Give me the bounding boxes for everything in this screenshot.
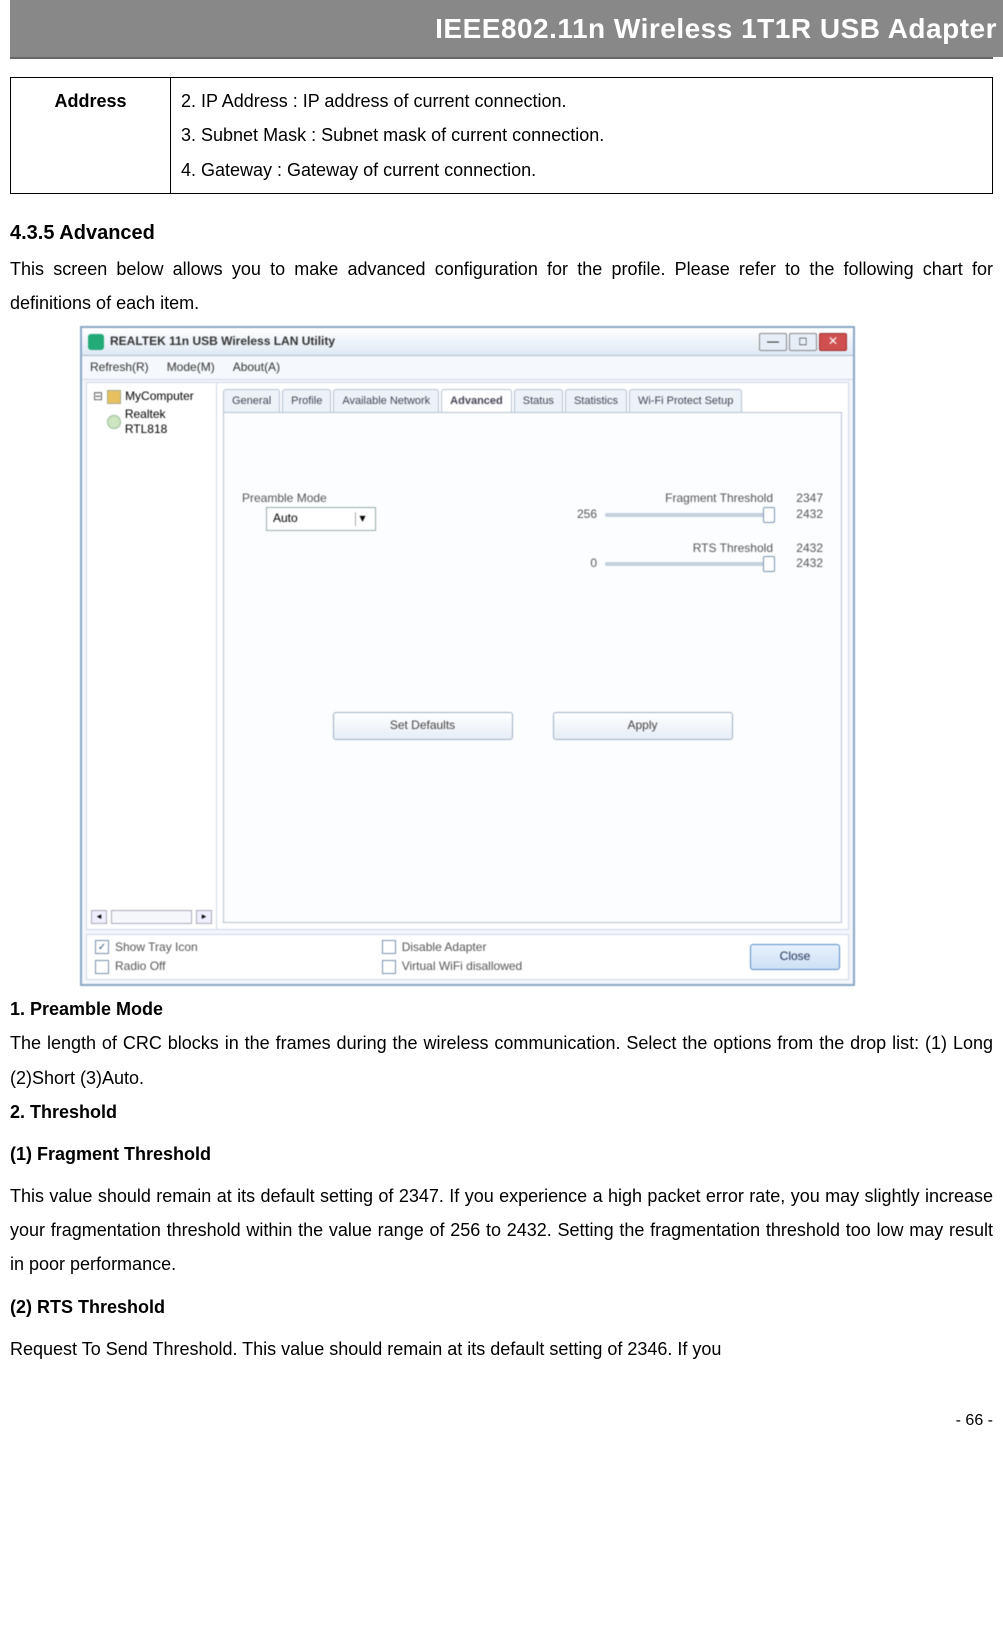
scroll-right-icon[interactable]: ▸ (196, 910, 212, 924)
paragraph-rts: Request To Send Threshold. This value sh… (10, 1332, 993, 1366)
window-title: REALTEK 11n USB Wireless LAN Utility (110, 334, 759, 350)
address-line-2: 2. IP Address : IP address of current co… (181, 84, 982, 118)
disable-adapter-checkbox[interactable]: Disable Adapter (382, 940, 523, 956)
tree-scrollbar[interactable]: ◂ ▸ (91, 909, 212, 925)
page-number: - 66 - (10, 1406, 993, 1436)
preamble-label: Preamble Mode (242, 491, 497, 507)
set-defaults-button[interactable]: Set Defaults (333, 712, 513, 740)
show-tray-checkbox[interactable]: ✓Show Tray Icon (95, 940, 198, 956)
tab-statistics[interactable]: Statistics (565, 389, 627, 412)
radio-off-checkbox[interactable]: Radio Off (95, 959, 198, 975)
tab-profile[interactable]: Profile (282, 389, 331, 412)
header-rule (10, 57, 993, 59)
show-tray-label: Show Tray Icon (115, 940, 198, 956)
device-tree[interactable]: ⊟MyComputer Realtek RTL818 ◂ ▸ (87, 383, 217, 929)
section-intro: This screen below allows you to make adv… (10, 252, 993, 320)
doc-header: IEEE802.11n Wireless 1T1R USB Adapter (10, 0, 1003, 57)
titlebar[interactable]: REALTEK 11n USB Wireless LAN Utility — □… (82, 328, 853, 356)
minimize-button[interactable]: — (759, 333, 787, 351)
computer-icon (107, 390, 121, 404)
heading-fragment: (1) Fragment Threshold (10, 1137, 993, 1171)
slider-thumb-icon[interactable] (763, 507, 775, 523)
tab-available-network[interactable]: Available Network (333, 389, 439, 412)
right-panel: General Profile Available Network Advanc… (217, 383, 848, 929)
rts-min: 0 (557, 556, 597, 572)
rts-max: 2432 (783, 556, 823, 572)
tab-status[interactable]: Status (514, 389, 563, 412)
close-button[interactable]: Close (750, 944, 840, 970)
tab-wps[interactable]: Wi-Fi Protect Setup (629, 389, 742, 412)
section-heading: 4.3.5 Advanced (10, 214, 993, 252)
address-line-4: 4. Gateway : Gateway of current connecti… (181, 153, 982, 187)
preamble-value: Auto (273, 511, 298, 527)
apply-button[interactable]: Apply (553, 712, 733, 740)
preamble-combo[interactable]: Auto ▾ (266, 507, 376, 531)
virtual-wifi-checkbox[interactable]: Virtual WiFi disallowed (382, 959, 523, 975)
tab-general[interactable]: General (223, 389, 280, 412)
fragment-label: Fragment Threshold (665, 491, 773, 507)
menu-refresh[interactable]: Refresh(R) (90, 360, 149, 376)
tab-strip: General Profile Available Network Advanc… (217, 383, 848, 412)
paragraph-preamble: The length of CRC blocks in the frames d… (10, 1026, 993, 1094)
address-header-cell: Address (11, 78, 171, 194)
fragment-value: 2347 (783, 491, 823, 507)
scroll-track[interactable] (111, 910, 192, 924)
fragment-min: 256 (557, 507, 597, 523)
tab-advanced[interactable]: Advanced (441, 389, 512, 412)
heading-rts: (2) RTS Threshold (10, 1290, 993, 1324)
virtual-wifi-label: Virtual WiFi disallowed (402, 959, 523, 975)
rts-label: RTS Threshold (693, 541, 773, 557)
slider-thumb-icon[interactable] (763, 556, 775, 572)
app-window: REALTEK 11n USB Wireless LAN Utility — □… (80, 326, 855, 986)
address-table: Address 2. IP Address : IP address of cu… (10, 77, 993, 194)
fragment-slider[interactable] (605, 513, 775, 517)
tree-root[interactable]: MyComputer (125, 389, 194, 405)
fragment-max: 2432 (783, 507, 823, 523)
tree-child[interactable]: Realtek RTL818 (125, 407, 210, 438)
menubar: Refresh(R) Mode(M) About(A) (82, 356, 853, 380)
chevron-down-icon: ▾ (355, 512, 369, 526)
rts-slider[interactable] (605, 562, 775, 566)
content-area: ⊟MyComputer Realtek RTL818 ◂ ▸ General P… (86, 382, 849, 930)
menu-about[interactable]: About(A) (233, 360, 280, 376)
maximize-button[interactable]: □ (789, 333, 817, 351)
heading-preamble: 1. Preamble Mode (10, 992, 993, 1026)
rts-value: 2432 (783, 541, 823, 557)
address-content-cell: 2. IP Address : IP address of current co… (171, 78, 993, 194)
heading-threshold: 2. Threshold (10, 1095, 993, 1129)
menu-mode[interactable]: Mode(M) (167, 360, 215, 376)
scroll-left-icon[interactable]: ◂ (91, 910, 107, 924)
app-icon (88, 334, 104, 350)
tab-body: Preamble Mode Auto ▾ Fragment Threshold … (223, 412, 842, 923)
radio-off-label: Radio Off (115, 959, 165, 975)
close-window-button[interactable]: ✕ (819, 333, 847, 351)
paragraph-fragment: This value should remain at its default … (10, 1179, 993, 1282)
adapter-icon (107, 415, 121, 429)
address-line-3: 3. Subnet Mask : Subnet mask of current … (181, 118, 982, 152)
disable-adapter-label: Disable Adapter (402, 940, 487, 956)
footer-bar: ✓Show Tray Icon Radio Off Disable Adapte… (86, 934, 849, 980)
